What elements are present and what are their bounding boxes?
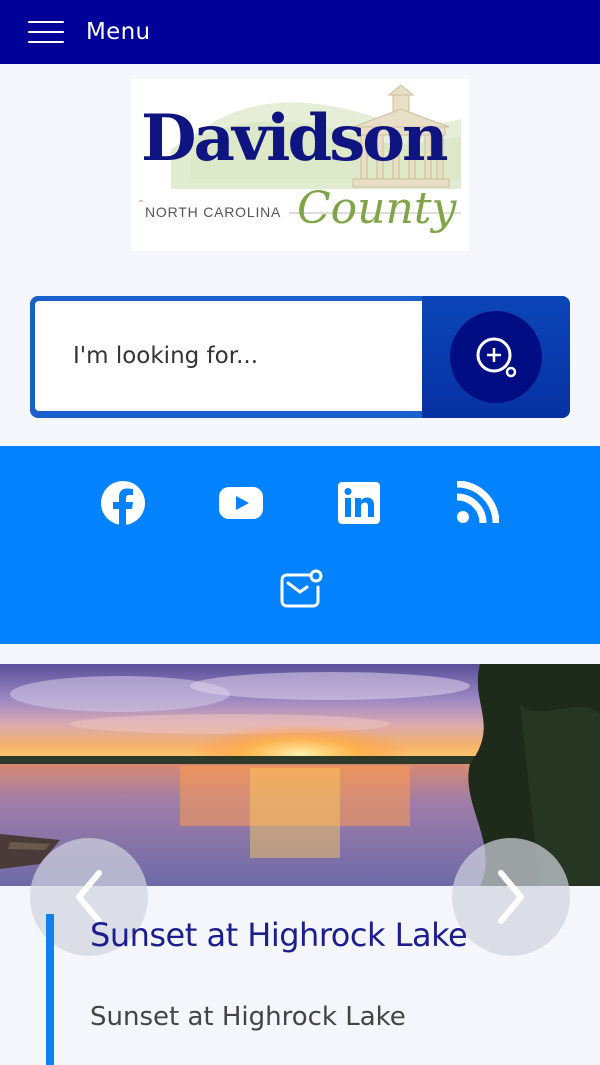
county-logo[interactable]: Davidson NORTH CAROLINA County: [131, 79, 469, 251]
email-notify-icon[interactable]: [276, 564, 326, 614]
hamburger-icon: [28, 19, 64, 45]
search-box: [30, 296, 570, 418]
search-button[interactable]: [422, 296, 570, 418]
logo-script-text: County: [297, 183, 457, 234]
slide-caption: Sunset at Highrock Lake Sunset at Highro…: [46, 914, 586, 1065]
logo-title: Davidson: [141, 101, 448, 176]
search-input[interactable]: [35, 301, 422, 411]
linkedin-icon[interactable]: [334, 478, 384, 528]
slide-description: Sunset at Highrock Lake: [90, 1002, 406, 1032]
slide-title[interactable]: Sunset at Highrock Lake: [90, 916, 468, 954]
facebook-icon[interactable]: [98, 478, 148, 528]
search-plus-icon: [476, 337, 517, 378]
top-bar: Menu: [0, 0, 600, 64]
social-media-bar: [0, 446, 600, 644]
image-slider: Sunset at Highrock Lake Sunset at Highro…: [0, 664, 600, 1065]
youtube-icon[interactable]: [216, 478, 266, 528]
menu-button[interactable]: Menu: [0, 0, 150, 64]
search-button-circle: [450, 311, 542, 403]
logo-subtitle: NORTH CAROLINA: [145, 204, 282, 220]
rss-icon[interactable]: [452, 478, 502, 528]
menu-label: Menu: [86, 19, 151, 45]
